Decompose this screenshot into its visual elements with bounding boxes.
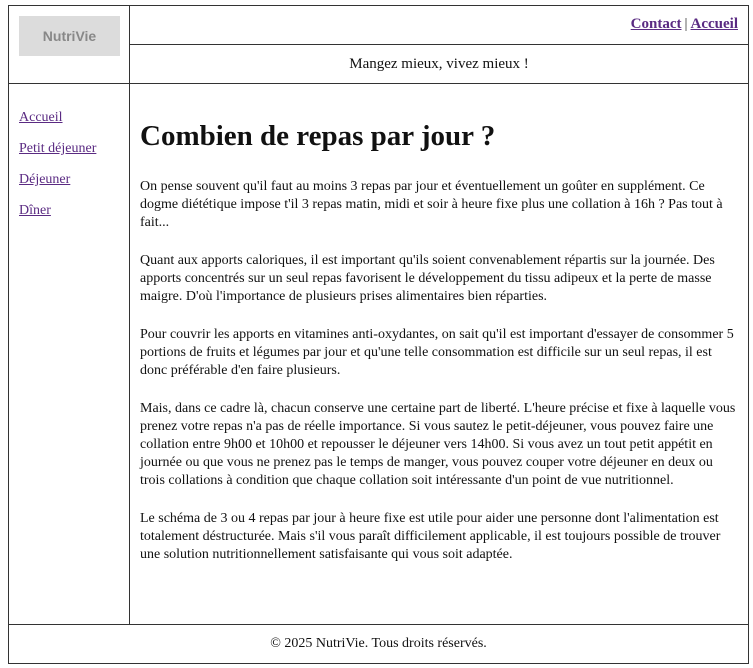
sidebar-item-diner[interactable]: Dîner (19, 203, 129, 219)
sidebar-item-dejeuner[interactable]: Déjeuner (19, 172, 129, 188)
article-paragraph: On pense souvent qu'il faut au moins 3 r… (140, 179, 723, 230)
page-title: Combien de repas par jour ? (140, 120, 496, 152)
home-link[interactable]: Accueil (691, 16, 738, 32)
sidebar: Accueil Petit déjeuner Déjeuner Dîner (9, 84, 130, 624)
sidebar-item-petit-dejeuner[interactable]: Petit déjeuner (19, 141, 129, 157)
header: NutriVie Contact | Accueil Mangez mieux, v… (9, 6, 748, 84)
nav-separator: | (684, 16, 688, 32)
logo-cell: NutriVie (9, 6, 130, 83)
article-paragraph: Pour couvrir les apports en vitamines an… (140, 327, 734, 378)
article-paragraph: Quant aux apports caloriques, il est imp… (140, 253, 715, 304)
footer: © 2025 NutriVie. Tous droits réservés. (9, 624, 748, 663)
contact-link[interactable]: Contact (631, 16, 682, 32)
main-content: Combien de repas par jour ? On pense sou… (130, 84, 748, 624)
page-frame: NutriVie Contact | Accueil Mangez mieux, v… (8, 5, 749, 664)
top-nav: Contact | Accueil (130, 6, 748, 45)
article-paragraph: Mais, dans ce cadre là, chacun conserve … (140, 401, 736, 488)
logo[interactable]: NutriVie (19, 16, 120, 56)
sidebar-item-accueil[interactable]: Accueil (19, 110, 129, 126)
article-paragraph: Le schéma de 3 ou 4 repas par jour à heu… (140, 511, 721, 562)
slogan: Mangez mieux, vivez mieux ! (349, 56, 529, 72)
